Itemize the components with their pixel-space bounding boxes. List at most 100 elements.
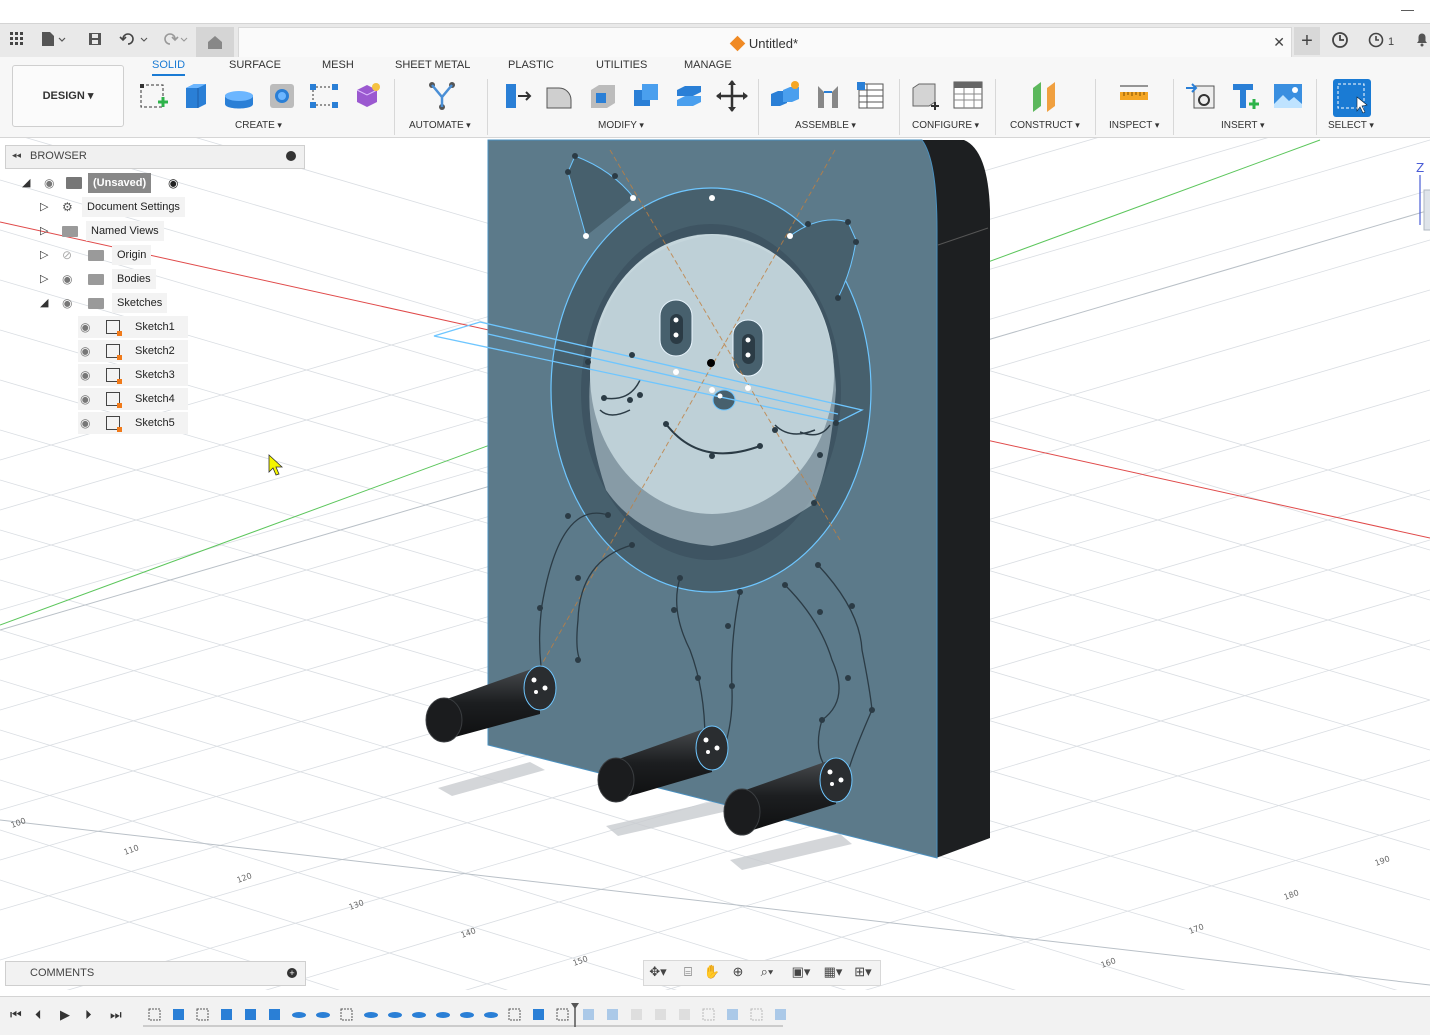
new-tab-icon[interactable]: + — [1294, 27, 1320, 55]
pan-icon[interactable]: ✋ — [702, 964, 722, 982]
bill-of-materials-icon[interactable] — [853, 78, 889, 114]
create-form-icon[interactable] — [349, 78, 385, 114]
pattern-icon[interactable] — [306, 78, 342, 114]
grid-settings-icon[interactable]: ▦▾ — [820, 964, 846, 982]
tree-item-named-views[interactable]: ▷ Named Views — [38, 220, 198, 242]
home-tab[interactable] — [196, 27, 234, 57]
tab-solid[interactable]: SOLID — [152, 59, 186, 76]
play-icon[interactable]: ▶ — [60, 1007, 70, 1023]
automate-group-label[interactable]: AUTOMATE — [409, 120, 471, 131]
close-tab-icon[interactable]: ✕ — [1273, 34, 1285, 51]
tab-manage[interactable]: MANAGE — [684, 59, 732, 71]
document-tab[interactable]: Untitled* ✕ — [238, 27, 1292, 59]
model-canvas[interactable]: 100 110 120 130 140 150 160 170 180 190 — [0, 138, 1430, 990]
look-at-icon[interactable]: ⌸ — [678, 964, 698, 982]
notifications-icon[interactable]: 1 — [1366, 31, 1396, 51]
automate-icon[interactable] — [424, 78, 460, 114]
joint-icon[interactable] — [810, 78, 846, 114]
tab-utilities[interactable]: UTILITIES — [596, 59, 647, 71]
fillet-icon[interactable] — [541, 78, 577, 114]
assemble-group-label[interactable]: ASSEMBLE — [795, 120, 856, 131]
save-icon[interactable] — [85, 31, 105, 51]
tab-mesh[interactable]: MESH — [322, 59, 354, 71]
step-back-icon[interactable]: ⏴ — [35, 1007, 42, 1023]
tab-sheet-metal[interactable]: SHEET METAL — [395, 59, 470, 71]
sketch-item-3[interactable]: ◉ Sketch3 — [78, 364, 188, 386]
app-grid-icon[interactable] — [7, 31, 27, 51]
file-menu-icon[interactable] — [40, 31, 66, 51]
canvas-viewport[interactable]: 100 110 120 130 140 150 160 170 180 190 — [0, 138, 1430, 990]
fit-icon[interactable]: ⌕▾ — [754, 964, 780, 982]
insert-mcmaster-icon[interactable] — [1227, 78, 1263, 114]
hidden-eye-icon[interactable]: ⊘ — [62, 244, 72, 266]
bell-icon[interactable] — [1412, 31, 1430, 51]
revolve-icon[interactable] — [221, 78, 257, 114]
visibility-eye-icon[interactable]: ◉ — [80, 388, 90, 410]
split-body-icon[interactable] — [671, 78, 707, 114]
activate-radio-icon[interactable]: ◉ — [168, 172, 178, 194]
move-copy-icon[interactable] — [714, 78, 750, 114]
visibility-eye-icon[interactable]: ◉ — [62, 268, 72, 290]
new-component-icon[interactable] — [767, 78, 803, 114]
display-settings-icon[interactable]: ▣▾ — [788, 964, 814, 982]
insert-derive-icon[interactable] — [1184, 78, 1220, 114]
create-group-label[interactable]: CREATE — [235, 120, 282, 131]
timeline-features[interactable] — [143, 1003, 793, 1029]
construct-group-label[interactable]: CONSTRUCT — [1010, 120, 1080, 131]
expand-arrow-icon[interactable]: ▷ — [40, 220, 48, 242]
configure-group-label[interactable]: CONFIGURE — [912, 120, 979, 131]
browser-header[interactable]: ◂◂ BROWSER — [5, 145, 305, 169]
job-status-icon[interactable] — [1330, 31, 1350, 51]
sketch-item-4[interactable]: ◉ Sketch4 — [78, 388, 188, 410]
configure-icon[interactable] — [907, 78, 943, 114]
tree-item-origin[interactable]: ▷ ⊘ Origin — [38, 244, 198, 266]
extrude-icon[interactable] — [178, 78, 214, 114]
select-group-label[interactable]: SELECT — [1328, 120, 1374, 131]
viewports-icon[interactable]: ⊞▾ — [850, 964, 876, 982]
visibility-eye-icon[interactable]: ◉ — [80, 340, 90, 362]
redo-icon[interactable] — [158, 31, 190, 51]
add-comment-icon[interactable]: + — [287, 968, 297, 978]
visibility-eye-icon[interactable]: ◉ — [80, 316, 90, 338]
tree-root[interactable]: ◢ ◉ (Unsaved) ◉ — [20, 172, 190, 194]
insert-group-label[interactable]: INSERT — [1221, 120, 1265, 131]
visibility-eye-icon[interactable]: ◉ — [44, 172, 54, 194]
collapse-arrow-icon[interactable]: ◢ — [22, 172, 30, 194]
visibility-eye-icon[interactable]: ◉ — [80, 412, 90, 434]
tree-item-sketches[interactable]: ◢ ◉ Sketches — [38, 292, 198, 314]
collapse-arrow-icon[interactable]: ◢ — [40, 292, 48, 314]
measure-icon[interactable] — [1116, 78, 1152, 114]
step-forward-icon[interactable]: ⏵ — [85, 1007, 92, 1023]
hole-icon[interactable] — [264, 78, 300, 114]
expand-arrow-icon[interactable]: ▷ — [40, 196, 48, 218]
comments-panel[interactable]: COMMENTS + — [5, 961, 306, 986]
orbit-icon[interactable]: ✥▾ — [648, 964, 668, 982]
sketch-item-1[interactable]: ◉ Sketch1 — [78, 316, 188, 338]
visibility-eye-icon[interactable]: ◉ — [80, 364, 90, 386]
go-to-end-icon[interactable]: ⏭ — [110, 1007, 122, 1023]
zoom-icon[interactable]: ⊕ — [728, 964, 748, 982]
tree-item-document-settings[interactable]: ▷ ⚙ Document Settings — [38, 196, 198, 218]
tab-plastic[interactable]: PLASTIC — [508, 59, 554, 71]
visibility-eye-icon[interactable]: ◉ — [62, 292, 72, 314]
expand-arrow-icon[interactable]: ▷ — [40, 244, 48, 266]
collapse-browser-icon[interactable]: ◂◂ — [12, 150, 21, 161]
undo-icon[interactable] — [118, 31, 150, 51]
configuration-table-icon[interactable] — [950, 78, 986, 114]
sketch-item-5[interactable]: ◉ Sketch5 — [78, 412, 188, 434]
canvas-image-icon[interactable] — [1270, 78, 1306, 114]
minimize-button[interactable]: — — [1401, 2, 1414, 17]
tree-item-bodies[interactable]: ▷ ◉ Bodies — [38, 268, 198, 290]
expand-arrow-icon[interactable]: ▷ — [40, 268, 48, 290]
create-sketch-icon[interactable] — [136, 78, 172, 114]
shell-icon[interactable] — [585, 78, 621, 114]
combine-icon[interactable] — [628, 78, 664, 114]
inspect-group-label[interactable]: INSPECT — [1109, 120, 1159, 131]
go-to-start-icon[interactable]: ⏮ — [10, 1007, 22, 1023]
press-pull-icon[interactable] — [498, 78, 534, 114]
tab-surface[interactable]: SURFACE — [229, 59, 281, 71]
modify-group-label[interactable]: MODIFY — [598, 120, 644, 131]
view-cube[interactable]: Z — [1416, 161, 1430, 231]
offset-plane-icon[interactable] — [1027, 78, 1063, 114]
sketch-item-2[interactable]: ◉ Sketch2 — [78, 340, 188, 362]
